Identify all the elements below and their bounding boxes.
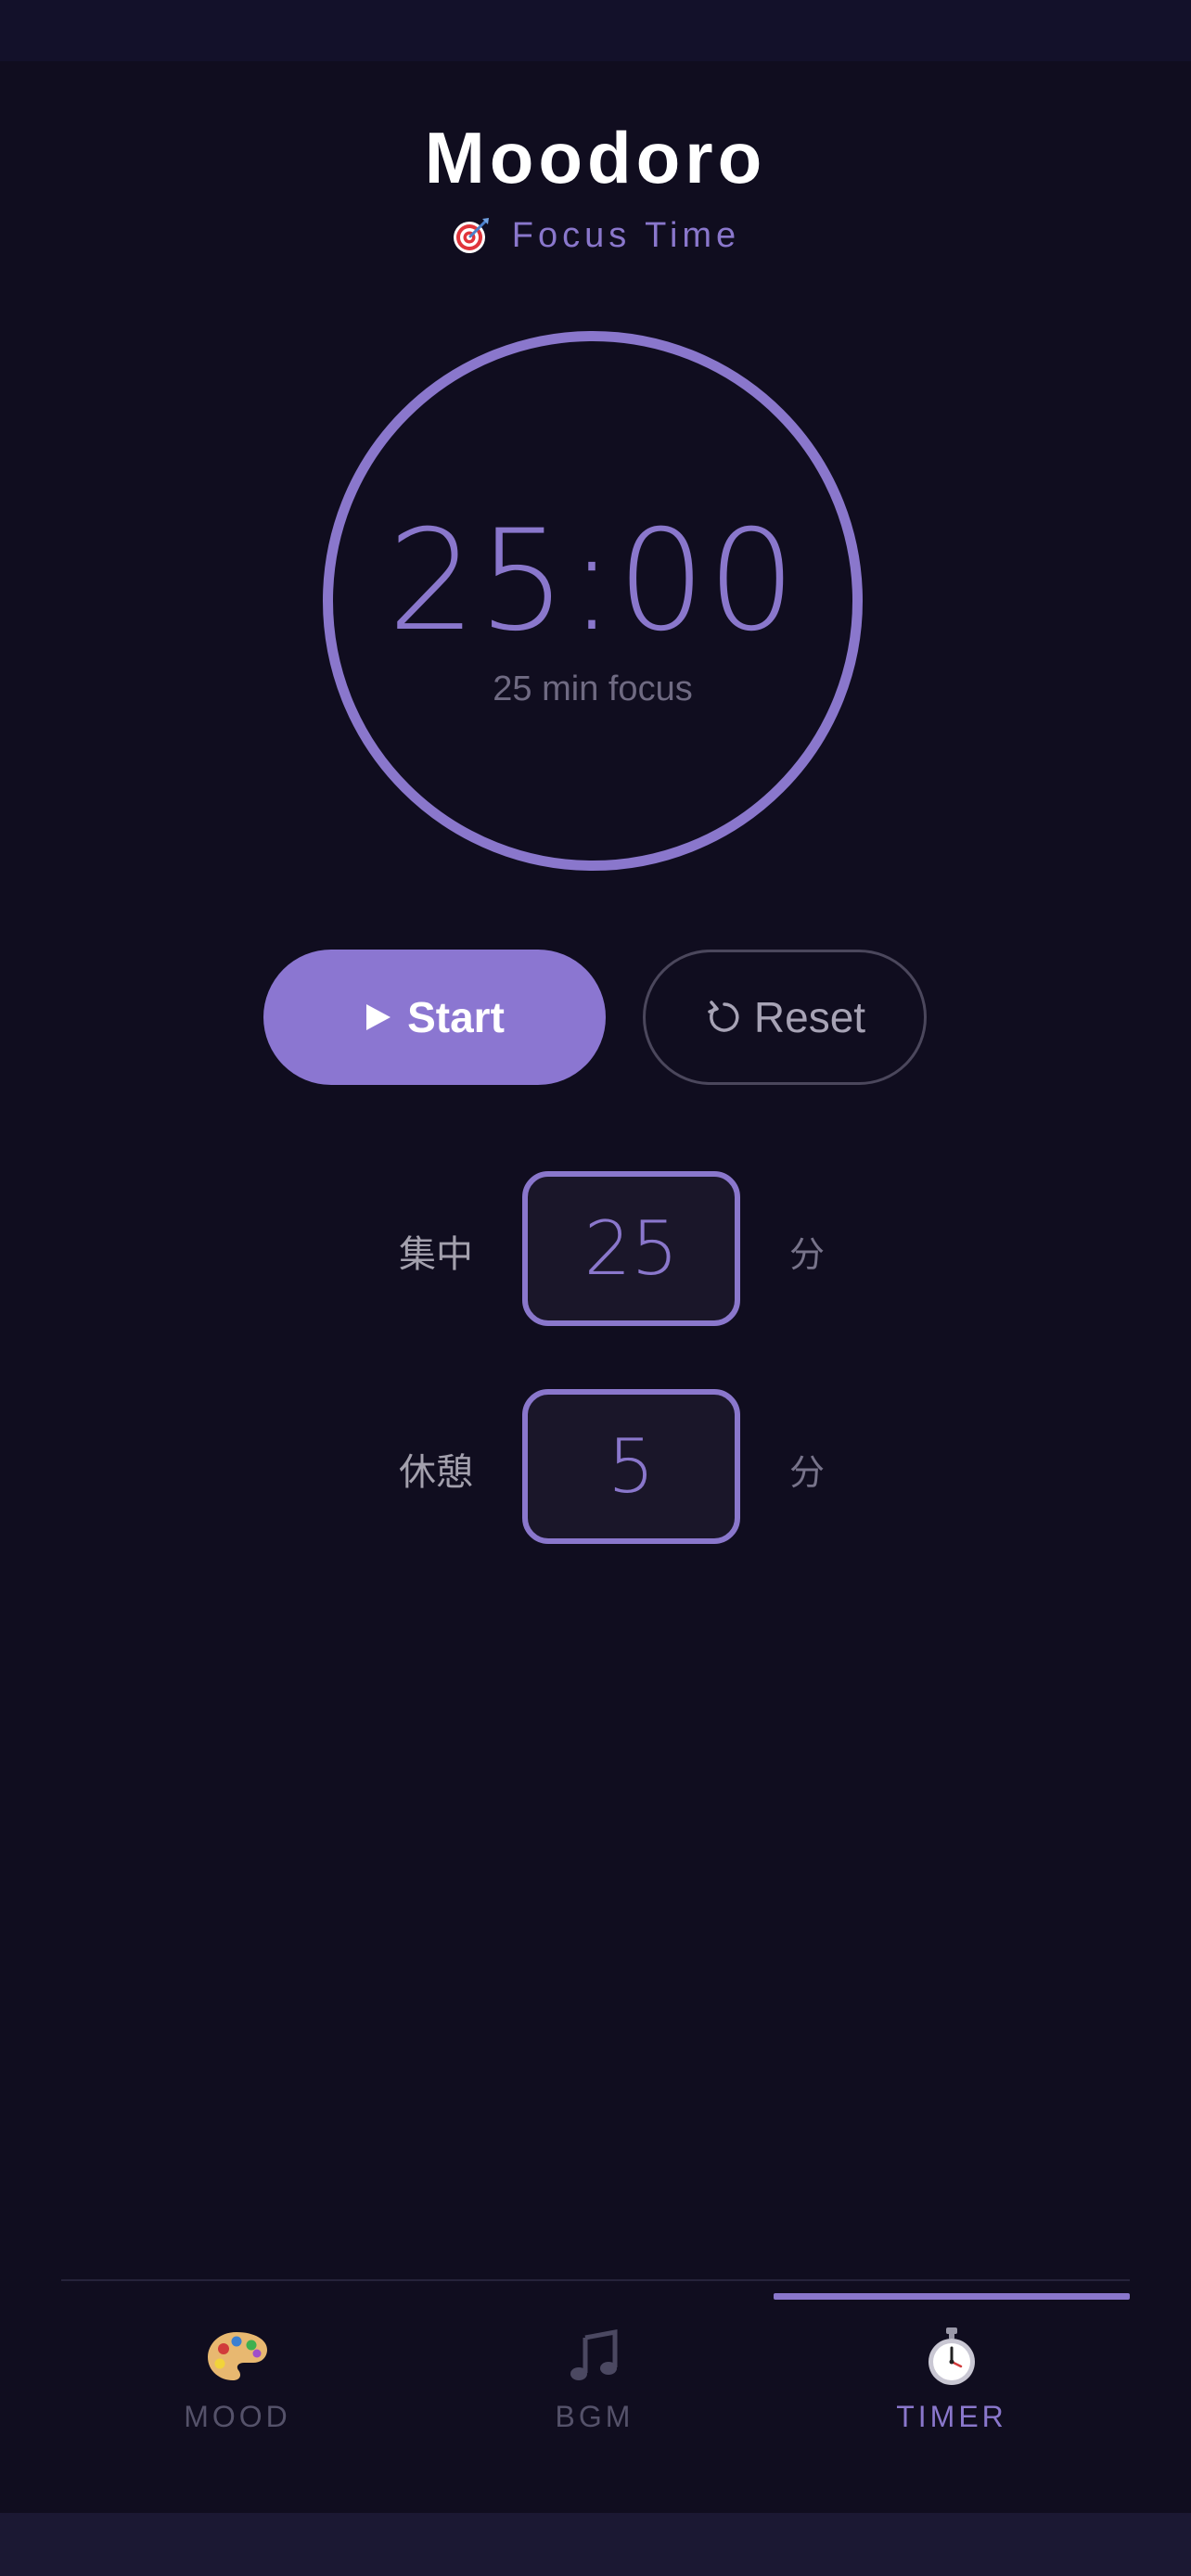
tab-mood-label: MOOD	[184, 2400, 291, 2433]
reset-button[interactable]: Reset	[643, 950, 927, 1085]
music-note-icon	[570, 2328, 618, 2380]
timer-caption: 25 min focus	[493, 670, 693, 708]
break-duration-input[interactable]: 5	[522, 1389, 740, 1544]
home-indicator-area	[0, 2513, 1191, 2576]
play-icon	[366, 1004, 391, 1030]
app-title: Moodoro	[424, 117, 767, 198]
tab-mood[interactable]: MOOD	[98, 2326, 377, 2434]
tab-bar-divider	[61, 2279, 1130, 2281]
stopwatch-icon	[928, 2327, 975, 2385]
app-screen: Moodoro Focus Time 25:00 25 min focus St…	[0, 0, 1191, 2513]
reset-button-label: Reset	[753, 993, 866, 1041]
start-button-label: Start	[407, 993, 505, 1041]
reset-icon	[708, 1001, 739, 1032]
tab-bgm[interactable]: BGM	[455, 2326, 734, 2434]
mode-subtitle: Focus Time	[0, 215, 1191, 256]
tab-timer-label: TIMER	[896, 2400, 1007, 2433]
tab-bgm-label: BGM	[555, 2400, 634, 2433]
focus-duration-unit: 分	[788, 1234, 825, 1275]
palette-icon	[208, 2332, 267, 2380]
focus-duration-input[interactable]: 25	[522, 1171, 740, 1326]
break-duration-label: 休憩	[399, 1451, 473, 1494]
dart-target-icon	[453, 218, 489, 253]
tab-timer[interactable]: TIMER	[813, 2326, 1091, 2434]
timer-display: 25:00	[387, 501, 799, 662]
start-button[interactable]: Start	[263, 950, 606, 1085]
subtitle-text: Focus Time	[511, 215, 741, 255]
focus-duration-label: 集中	[399, 1233, 473, 1276]
active-tab-indicator	[774, 2293, 1130, 2300]
break-duration-unit: 分	[788, 1452, 825, 1493]
